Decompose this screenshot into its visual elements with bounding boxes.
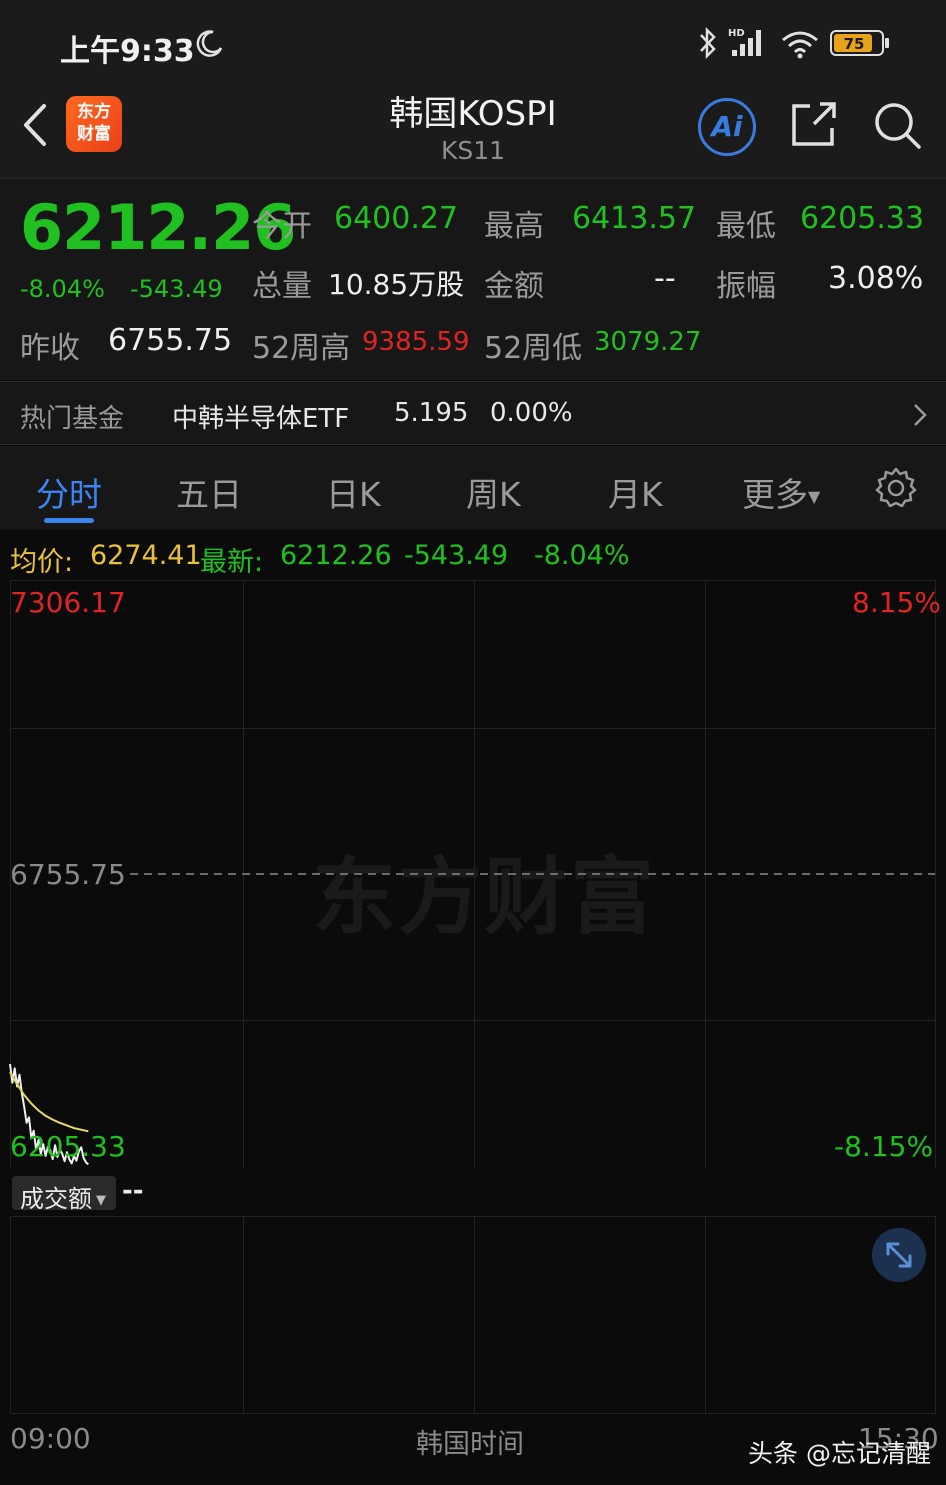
volume-value: 10.85万股 [328, 268, 465, 301]
svg-text:HD: HD [728, 28, 745, 39]
volume-selector[interactable]: 成交额 ▼ [12, 1176, 116, 1213]
ai-button[interactable]: Ai [698, 98, 756, 156]
volume-chart[interactable] [10, 1216, 936, 1414]
search-icon[interactable] [872, 100, 922, 150]
bluetooth-icon [700, 26, 716, 60]
latest-change-percent: -8.04% [534, 540, 630, 571]
x-timezone-label: 韩国时间 [416, 1429, 524, 1460]
tab-more[interactable]: 更多▼ [742, 468, 820, 516]
expand-icon [886, 1242, 912, 1268]
amount-value: -- [654, 261, 676, 296]
gear-icon[interactable] [874, 466, 918, 510]
tab-weekly-k[interactable]: 周K [466, 468, 521, 516]
hot-fund-name: 中韩半导体ETF [172, 404, 350, 434]
change-percent: -8.04% [20, 275, 105, 303]
y-max-label: 7306.17 [10, 586, 126, 619]
battery-icon: 75 [830, 30, 890, 56]
tab-daily-k[interactable]: 日K [326, 468, 381, 516]
moon-icon [196, 30, 223, 57]
chart-tabs: 分时 五日 日K 周K 月K 更多▼ [0, 446, 946, 530]
chart-info-line: 均价: 6274.41 最新: 6212.26 -543.49 -8.04% [0, 530, 946, 580]
signal-icon: HD [728, 28, 761, 56]
y-min-label: 6205.33 [10, 1130, 126, 1163]
avg-price-value: 6274.41 [90, 540, 202, 571]
hot-fund-price: 5.195 [394, 398, 469, 428]
grid-line [243, 1217, 244, 1413]
caret-down-icon: ▼ [96, 1192, 106, 1208]
high-label: 最高 [484, 209, 544, 244]
average-line [9, 1071, 89, 1133]
grid-line [474, 1217, 475, 1413]
tab-monthly-k[interactable]: 月K [608, 468, 663, 516]
grid-line [705, 1217, 706, 1413]
tab-more-label: 更多 [742, 475, 808, 514]
week52-high-value: 9385.59 [362, 327, 470, 357]
fullscreen-button[interactable] [872, 1228, 926, 1282]
week52-high-label: 52周高 [252, 331, 351, 366]
latest-price-value: 6212.26 [280, 540, 392, 571]
low-value: 6205.33 [800, 201, 925, 236]
change-amount: -543.49 [130, 275, 223, 303]
low-label: 最低 [716, 209, 776, 244]
tab-intraday[interactable]: 分时 [36, 468, 102, 516]
caret-down-icon: ▼ [808, 487, 821, 506]
amplitude-value: 3.08% [828, 261, 924, 296]
prev-close-value: 6755.75 [108, 323, 233, 358]
time-axis: 09:00 韩国时间 15:30 头条 @忘记清醒 [0, 1414, 946, 1485]
intraday-chart[interactable]: 东方财富 7306.17 8.15% 6755.75 6205.33 -8.15… [0, 580, 946, 1170]
share-icon[interactable] [790, 100, 838, 148]
status-time: 上午9:33 [60, 34, 195, 69]
hot-fund-bar[interactable]: 热门基金 中韩半导体ETF 5.195 0.00% [0, 381, 946, 445]
header: 东方 财富 韩国KOSPI KS11 Ai [0, 86, 946, 178]
wifi-icon [782, 31, 818, 59]
quote-panel: 6212.26 -8.04% -543.49 今开 6400.27 最高 641… [0, 178, 946, 380]
volume-label: 总量 [252, 269, 312, 304]
open-value: 6400.27 [334, 201, 459, 236]
x-start-label: 09:00 [10, 1422, 91, 1455]
latest-price-label: 最新: [200, 547, 264, 578]
pct-min-label: -8.15% [834, 1130, 934, 1163]
open-label: 今开 [252, 209, 312, 244]
avg-price-label: 均价: [10, 547, 74, 578]
source-credit: 头条 @忘记清醒 [748, 1439, 931, 1468]
prev-close-label: 昨收 [20, 331, 80, 366]
high-value: 6413.57 [572, 201, 697, 236]
hot-fund-label: 热门基金 [20, 404, 125, 434]
volume-value: -- [122, 1176, 144, 1206]
week52-low-label: 52周低 [484, 331, 583, 366]
volume-selector-label: 成交额 [20, 1185, 92, 1213]
tab-five-day[interactable]: 五日 [176, 468, 242, 516]
tab-active-indicator [44, 518, 94, 523]
amount-label: 金额 [484, 269, 544, 304]
week52-low-value: 3079.27 [594, 327, 702, 357]
status-bar: 上午9:33 HD 75 [0, 0, 946, 86]
volume-header: 成交额 ▼ -- [0, 1170, 946, 1216]
hot-fund-change: 0.00% [490, 398, 573, 428]
battery-level: 75 [844, 35, 865, 53]
price-plot [9, 873, 935, 1166]
pct-max-label: 8.15% [852, 586, 941, 619]
amplitude-label: 振幅 [716, 269, 776, 304]
latest-change-amount: -543.49 [404, 540, 509, 571]
chevron-right-icon[interactable] [912, 402, 928, 428]
y-reference-label: 6755.75 [10, 858, 126, 891]
